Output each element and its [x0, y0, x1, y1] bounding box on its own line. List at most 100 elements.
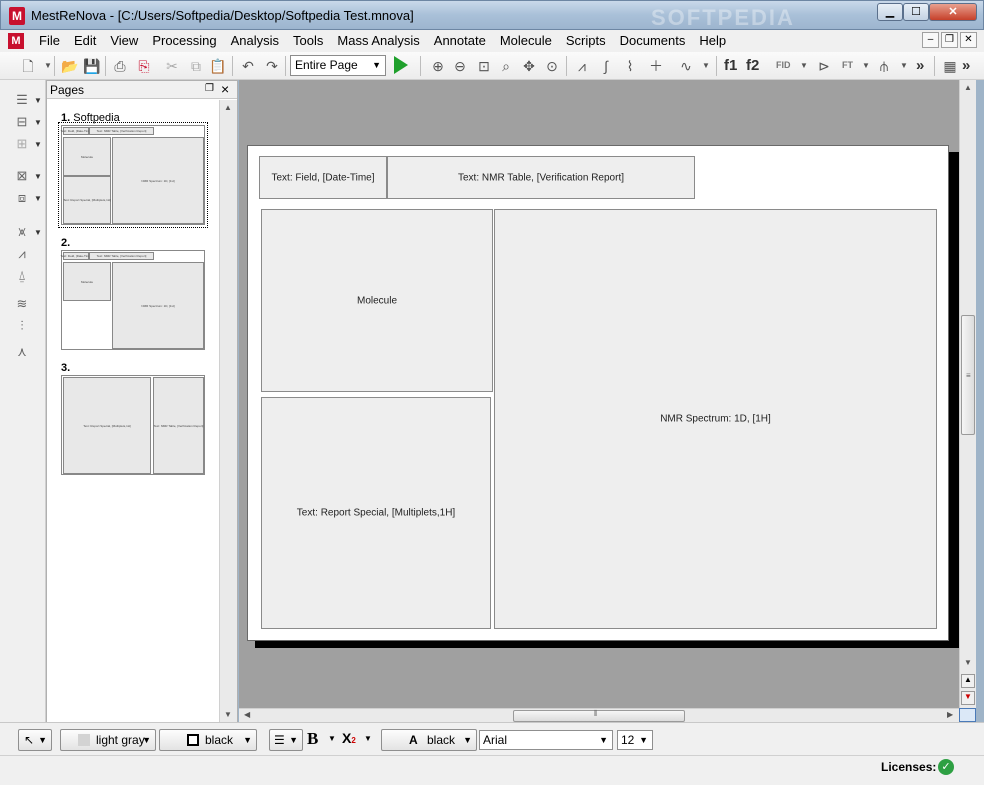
crosshair-icon[interactable]: ＋ — [646, 56, 666, 76]
scroll-down-icon[interactable]: ▼ — [964, 658, 972, 667]
select-tool-button[interactable]: ↖ ▼ — [18, 729, 52, 751]
list-icon[interactable]: ☰ — [12, 92, 32, 110]
text-align-button[interactable]: ☰ ▼ — [269, 729, 303, 751]
print-icon[interactable]: ⎙ — [110, 56, 130, 76]
integration-icon[interactable]: ∫ — [596, 56, 616, 76]
menu-annotate[interactable]: Annotate — [427, 33, 493, 49]
menu-file[interactable]: File — [32, 33, 67, 49]
open-folder-icon[interactable]: 📂 — [60, 56, 80, 76]
grid-icon[interactable]: ⊞ — [12, 136, 32, 154]
document-canvas[interactable]: Text: Field, [Date-Time] Text: NMR Table… — [239, 80, 961, 708]
toolbar-overflow-button-2[interactable]: » — [962, 57, 970, 74]
zoom-in-icon[interactable]: ⊕ — [428, 56, 448, 76]
menu-edit[interactable]: Edit — [67, 33, 103, 49]
paste-icon[interactable]: 📋 — [208, 56, 228, 76]
cut-icon[interactable]: ✂ — [162, 56, 182, 76]
new-document-icon[interactable]: 🗋 — [18, 56, 38, 76]
page-thumbnail-1[interactable]: Text: Field, [Date-Time] Text: NMR Table… — [58, 122, 208, 228]
calendar-icon[interactable]: ▦ — [940, 56, 960, 76]
report-special-frame[interactable]: Text: Report Special, [Multiplets,1H] — [261, 397, 491, 629]
menu-molecule[interactable]: Molecule — [493, 33, 559, 49]
scroll-up-icon[interactable]: ▲ — [224, 103, 232, 112]
pages-scrollbar[interactable]: ▲ ▼ — [219, 100, 237, 722]
chevron-down-icon[interactable]: ▼ — [34, 118, 42, 127]
float-panel-icon[interactable]: ❐ — [205, 83, 214, 94]
previous-page-icon[interactable]: ▲ — [961, 674, 975, 688]
peak-picking-icon[interactable]: ⩘ — [572, 56, 592, 76]
zoom-region-icon[interactable]: ⌕ — [496, 56, 516, 76]
trace-icon[interactable]: ⋏ — [12, 344, 32, 362]
toolbar-overflow-button[interactable]: » — [916, 57, 924, 74]
menu-processing[interactable]: Processing — [145, 33, 223, 49]
new-dropdown-chevron-icon[interactable]: ▼ — [38, 56, 58, 76]
nmr-spectrum-frame[interactable]: NMR Spectrum: 1D, [1H] — [494, 209, 937, 629]
line-color-select[interactable]: black ▼ — [159, 729, 257, 751]
chevron-down-icon[interactable]: ▼ — [34, 140, 42, 149]
run-play-icon[interactable] — [394, 56, 408, 74]
chevron-down-icon[interactable]: ▼ — [34, 194, 42, 203]
subscript-button[interactable]: X2 — [342, 730, 356, 746]
scroll-down-icon[interactable]: ▼ — [224, 710, 232, 719]
chevron-down-icon[interactable]: ▼ — [894, 56, 914, 76]
menu-tools[interactable]: Tools — [286, 33, 330, 49]
stacked-plot-icon[interactable]: ⩙ — [12, 224, 32, 242]
menu-view[interactable]: View — [103, 33, 145, 49]
zoom-fit-icon[interactable]: ⊡ — [474, 56, 494, 76]
corner-view-icon[interactable] — [959, 708, 976, 722]
mdi-restore-button[interactable]: ❐ — [941, 32, 958, 48]
chevron-down-icon[interactable]: ▼ — [34, 228, 42, 237]
maximize-button[interactable]: ☐ — [903, 3, 929, 21]
bold-button[interactable]: B — [307, 729, 318, 749]
baseline-icon[interactable]: ∿ — [676, 56, 696, 76]
menu-scripts[interactable]: Scripts — [559, 33, 613, 49]
zoom-reset-icon[interactable]: ⊙ — [542, 56, 562, 76]
f2-label[interactable]: f2 — [746, 57, 759, 74]
apodization-icon[interactable]: ⫛ — [874, 56, 894, 76]
font-size-select[interactable]: 12 ▼ — [617, 730, 653, 750]
app-menu-icon[interactable]: M — [8, 33, 24, 49]
chevron-down-icon[interactable]: ▼ — [696, 56, 716, 76]
single-spectrum-icon[interactable]: ⍙ — [12, 268, 32, 286]
group-icon[interactable]: ⧈ — [12, 190, 32, 208]
datetime-field-frame[interactable]: Text: Field, [Date-Time] — [259, 156, 387, 199]
scrollbar-thumb[interactable]: ≡ — [961, 315, 975, 435]
ft-label[interactable]: FT — [842, 60, 853, 70]
chevron-down-icon[interactable]: ▼ — [794, 56, 814, 76]
arrange-icon[interactable]: ⊠ — [12, 168, 32, 186]
chevron-down-icon[interactable]: ▼ — [364, 734, 372, 743]
layout-icon[interactable]: ⊟ — [12, 114, 32, 132]
zoom-out-icon[interactable]: ⊖ — [450, 56, 470, 76]
scroll-up-icon[interactable]: ▲ — [964, 83, 972, 92]
chevron-down-icon[interactable]: ▼ — [34, 172, 42, 181]
f1-label[interactable]: f1 — [724, 57, 737, 74]
page-thumbnail-3[interactable]: Text: Report Special, [Multiplets,1H] Te… — [61, 375, 205, 475]
save-icon[interactable]: 💾 — [82, 56, 102, 76]
document-page[interactable]: Text: Field, [Date-Time] Text: NMR Table… — [247, 145, 949, 641]
export-pdf-icon[interactable]: ⎘ — [134, 56, 154, 76]
nmr-table-frame[interactable]: Text: NMR Table, [Verification Report] — [387, 156, 695, 199]
font-color-select[interactable]: A black ▼ — [381, 729, 477, 751]
redo-icon[interactable]: ↷ — [262, 56, 282, 76]
multiplet-icon[interactable]: ⌇ — [620, 56, 640, 76]
pan-icon[interactable]: ✥ — [519, 56, 539, 76]
chevron-down-icon[interactable]: ▼ — [856, 56, 876, 76]
mdi-minimize-button[interactable]: – — [922, 32, 939, 48]
bar-plot-icon[interactable]: ⫶ — [12, 318, 32, 336]
fill-color-select[interactable]: light gray ▼ — [60, 729, 156, 751]
next-page-icon[interactable]: ▼ — [961, 691, 975, 705]
font-family-select[interactable]: Arial ▼ — [479, 730, 613, 750]
chevron-down-icon[interactable]: ▼ — [34, 96, 42, 105]
close-panel-icon[interactable]: × — [221, 81, 229, 97]
scrollbar-thumb[interactable]: ⦀ — [513, 709, 685, 722]
document-horizontal-scrollbar[interactable]: ◀ ⦀ ▶ — [239, 708, 959, 722]
copy-icon[interactable]: ⧉ — [186, 56, 206, 76]
molecule-frame[interactable]: Molecule — [261, 209, 493, 392]
chevron-down-icon[interactable]: ▼ — [328, 734, 336, 743]
menu-documents[interactable]: Documents — [613, 33, 693, 49]
scroll-right-icon[interactable]: ▶ — [947, 710, 953, 719]
phase-correction-icon[interactable]: ⊳ — [814, 56, 834, 76]
page-thumbnail-2[interactable]: Text: Field, [Date-Time] Text: NMR Table… — [61, 250, 205, 350]
menu-mass-analysis[interactable]: Mass Analysis — [330, 33, 426, 49]
document-vertical-scrollbar[interactable]: ▲ ≡ ▼ ▲ ▼ — [959, 80, 976, 708]
mdi-close-button[interactable]: ✕ — [960, 32, 977, 48]
